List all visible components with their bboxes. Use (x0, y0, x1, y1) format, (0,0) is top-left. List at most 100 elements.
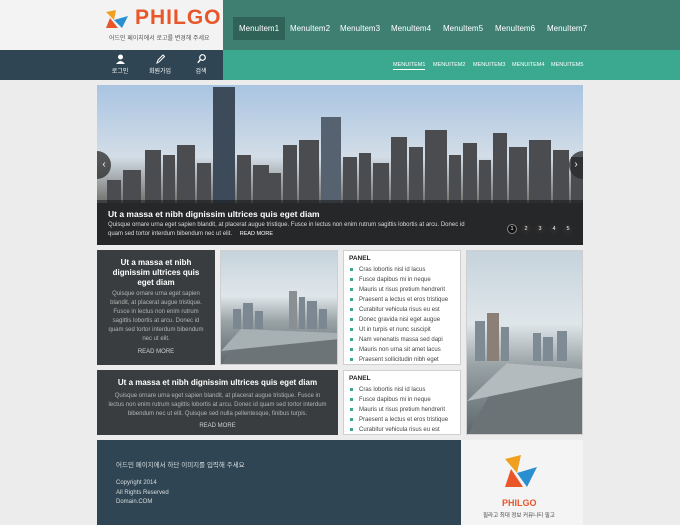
slider-dot-5[interactable]: 5 (563, 224, 573, 234)
logo-subtitle: 어드민 페이지에서 로고를 변경해 주세요 (109, 36, 210, 42)
list-item[interactable]: Praesent a lectus et eros tristique (350, 415, 448, 425)
list-item-label: Donec gravida nisi eget augue (359, 317, 441, 323)
list-item[interactable]: Mauris ut risus pretium hendrerit (350, 405, 448, 415)
page: PHILGO 어드민 페이지에서 로고를 변경해 주세요 MenuItem1 M… (0, 0, 680, 525)
login-label: 로그인 (111, 69, 129, 75)
search-button[interactable]: 검색 (181, 54, 221, 75)
list-item[interactable]: Mauris non urna sit amet lacus (350, 345, 448, 355)
bridge-photo-tall[interactable] (466, 250, 583, 435)
list-item-label: Mauris ut risus pretium hendrerit (359, 407, 446, 413)
slider-body: Quisque ornare urna eget sapien blandit,… (108, 222, 465, 237)
list-item[interactable]: Ut in turpis et nunc suscipit (350, 325, 448, 335)
bridge-photo-1[interactable] (220, 250, 338, 365)
list-item-label: Nam venenatis massa sed dapi (359, 337, 443, 343)
top-menu-item-3[interactable]: MenuItem3 (334, 17, 386, 40)
slider-title: Ut a massa et nibh dignissim ultrices qu… (108, 209, 320, 219)
sub-menu-item-2[interactable]: MENUITEM2 (433, 62, 465, 68)
bullet-icon (350, 297, 353, 301)
card2-title: Ut a massa et nibh dignissim ultrices qu… (117, 378, 318, 387)
card1-text: Quisque ornare urna eget sapien blandit,… (108, 291, 204, 342)
list-item-label: Curabitur vehicula risus eu est (359, 307, 440, 313)
list-item[interactable]: Nam venenatis massa sed dapi (350, 335, 448, 345)
list-item-label: Praesent a lectus et eros tristique (359, 297, 449, 303)
feature-card-2[interactable]: Ut a massa et nibh dignissim ultrices qu… (97, 370, 338, 435)
bullet-icon (350, 267, 353, 271)
bullet-icon (350, 287, 353, 291)
sub-menu-item-1[interactable]: MENUITEM1 (393, 62, 426, 70)
list-item[interactable]: Donec gravida nisi eget augue (350, 315, 448, 325)
footer-domain[interactable]: Domain.COM (116, 498, 169, 508)
list-item-label: Fusce dapibus mi in neque (359, 397, 431, 403)
list-item[interactable]: Praesent sollicitudin nibh eget (350, 355, 448, 365)
bullet-icon (350, 337, 353, 341)
slider-dot-3[interactable]: 3 (535, 224, 545, 234)
panel2-list: Cras lobortis nisl id lacus Fusce dapibu… (350, 385, 448, 435)
card2-text: Quisque ornare urna eget sapien blandit,… (108, 393, 327, 417)
footer-logo-text: PHILGO (502, 498, 537, 508)
footer-logo-tagline: 필라고 최대 정보 커뮤니티 필고 (483, 513, 555, 519)
slider-dot-2[interactable]: 2 (521, 224, 531, 234)
list-item[interactable]: Curabitur vehicula risus eu est (350, 425, 448, 435)
logo-text: PHILGO (135, 6, 222, 29)
slider-caption: Ut a massa et nibh dignissim ultrices qu… (97, 200, 583, 245)
user-icon (115, 54, 125, 64)
bullet-icon (350, 407, 353, 411)
sub-menu-item-5[interactable]: MENUITEM5 (551, 62, 583, 68)
bullet-icon (350, 397, 353, 401)
top-menu-item-5[interactable]: MenuItem5 (437, 17, 489, 40)
bullet-icon (350, 417, 353, 421)
sub-menu-item-4[interactable]: MENUITEM4 (512, 62, 544, 68)
list-item[interactable]: Mauris ut risus pretium hendrerit (350, 285, 448, 295)
top-menu-item-1[interactable]: MenuItem1 (233, 17, 286, 40)
signup-button[interactable]: 회원가입 (140, 54, 180, 75)
bridge-image-tall (467, 313, 582, 434)
panel-1: PANEL Cras lobortis nisl id lacus Fusce … (343, 250, 461, 365)
card1-read-more[interactable]: READ MORE (97, 349, 215, 355)
list-item-label: Curabitur vehicula risus eu est (359, 427, 440, 433)
footer-notice: 어드민 페이지에서 하단 이미지를 입력해 주세요 (116, 462, 245, 469)
panel1-title: PANEL (349, 255, 371, 262)
footer-logo-icon (505, 455, 537, 487)
bullet-icon (350, 347, 353, 351)
slider-dot-4[interactable]: 4 (549, 224, 559, 234)
slider-dots: 12345 (503, 217, 573, 235)
list-item-label: Praesent a lectus et eros tristique (359, 417, 449, 423)
list-item-label: Cras lobortis nisl id lacus (359, 267, 426, 273)
list-item[interactable]: Fusce dapibus mi in neque (350, 395, 448, 405)
sub-menu-item-3[interactable]: MENUITEM3 (473, 62, 505, 68)
footer-logo[interactable]: PHILGO 필라고 최대 정보 커뮤니티 필고 (461, 440, 583, 525)
list-item-label: Mauris non urna sit amet lacus (359, 347, 441, 353)
bullet-icon (350, 317, 353, 321)
list-item[interactable]: Fusce dapibus mi in neque (350, 275, 448, 285)
pencil-icon (155, 54, 165, 64)
feature-card-1[interactable]: Ut a massa et nibh dignissim ultrices qu… (97, 250, 215, 365)
top-menu-item-4[interactable]: MenuItem4 (385, 17, 437, 40)
footer: 어드민 페이지에서 하단 이미지를 입력해 주세요 Copyright 2014… (97, 440, 461, 525)
slider-dot-1[interactable]: 1 (507, 224, 517, 234)
top-menu-item-7[interactable]: MenuItem7 (541, 17, 593, 40)
bullet-icon (350, 327, 353, 331)
slider-read-more[interactable]: READ MORE (240, 231, 273, 237)
search-icon (196, 54, 206, 64)
bullet-icon (350, 427, 353, 431)
list-item-label: Mauris ut risus pretium hendrerit (359, 287, 446, 293)
footer-info: Copyright 2014 All Rights Reserved Domai… (116, 479, 169, 508)
top-menu-item-2[interactable]: MenuItem2 (284, 17, 336, 40)
login-button[interactable]: 로그인 (100, 54, 140, 75)
card2-read-more[interactable]: READ MORE (97, 423, 338, 429)
hero-slider[interactable]: ‹ › Ut a massa et nibh dignissim ultrice… (97, 85, 583, 245)
list-item[interactable]: Praesent a lectus et eros tristique (350, 295, 448, 305)
list-item[interactable]: Cras lobortis nisl id lacus (350, 265, 448, 275)
bullet-icon (350, 277, 353, 281)
list-item-label: Ut in turpis et nunc suscipit (359, 327, 431, 333)
list-item[interactable]: Cras lobortis nisl id lacus (350, 385, 448, 395)
search-label: 검색 (195, 69, 207, 75)
logo-area[interactable]: PHILGO 어드민 페이지에서 로고를 변경해 주세요 (0, 0, 223, 50)
list-item-label: Praesent sollicitudin nibh eget (359, 357, 439, 363)
bullet-icon (350, 357, 353, 361)
top-menu-item-6[interactable]: MenuItem6 (489, 17, 541, 40)
user-bar: 로그인 회원가입 검색 (0, 50, 223, 80)
list-item[interactable]: Curabitur vehicula risus eu est (350, 305, 448, 315)
sub-nav: MENUITEM1 MENUITEM2 MENUITEM3 MENUITEM4 … (223, 50, 680, 80)
list-item-label: Cras lobortis nisl id lacus (359, 387, 426, 393)
